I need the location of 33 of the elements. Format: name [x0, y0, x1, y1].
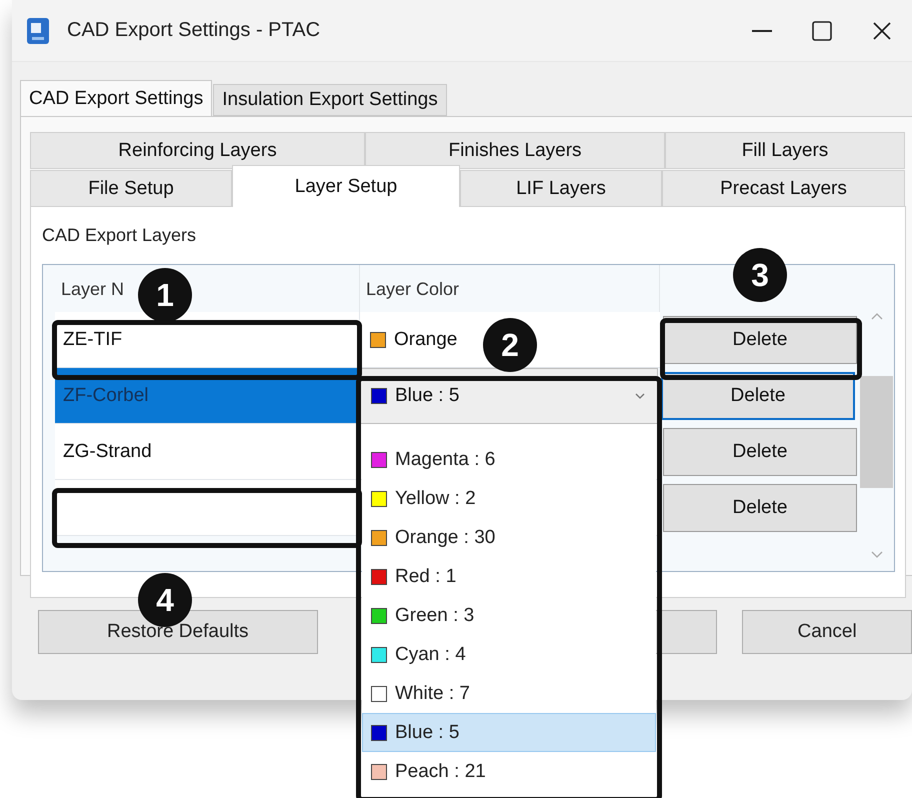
maximize-icon [812, 20, 832, 40]
chevron-down-icon [635, 393, 645, 399]
dropdown-item[interactable]: Orange : 30 [362, 518, 656, 557]
tab[interactable]: Reinforcing Layers [30, 132, 365, 169]
dropdown-item[interactable]: Cyan : 4 [362, 635, 656, 674]
close-icon [872, 20, 892, 40]
tab[interactable]: Finishes Layers [365, 132, 665, 169]
dropdown-item[interactable]: Yellow : 2 [362, 479, 656, 518]
minimize-icon [752, 28, 772, 32]
tab[interactable]: Layer Setup [232, 165, 460, 207]
scrollbar-thumb[interactable] [860, 376, 893, 488]
tab[interactable]: Precast Layers [662, 170, 905, 207]
dropdown-item[interactable]: Magenta : 6 [362, 440, 656, 479]
dropdown-item[interactable]: Blue : 5 [362, 713, 656, 752]
dropdown-item[interactable]: Peach : 21 [362, 752, 656, 791]
tab[interactable]: CAD Export Settings [20, 80, 212, 116]
delete-button[interactable]: Delete [663, 428, 857, 476]
cancel-button[interactable]: Cancel [742, 610, 912, 654]
dropdown-item[interactable]: Green : 3 [362, 596, 656, 635]
tab[interactable]: Insulation Export Settings [213, 84, 447, 116]
scroll-up-icon[interactable] [870, 312, 882, 320]
delete-button[interactable]: Delete [663, 484, 857, 532]
color-combo[interactable]: Blue : 5 [360, 368, 658, 424]
tab[interactable]: Fill Layers [665, 132, 905, 169]
tab[interactable]: File Setup [30, 170, 232, 207]
dropdown-item[interactable]: White : 7 [362, 674, 656, 713]
color-label: Orange [394, 328, 458, 350]
tab[interactable]: LIF Layers [460, 170, 662, 207]
scroll-down-icon[interactable] [870, 551, 882, 559]
window-title: CAD Export Settings - PTAC [67, 19, 322, 42]
section-label: CAD Export Layers [42, 225, 198, 246]
dropdown-item[interactable]: Red : 1 [362, 557, 656, 596]
app-logo-icon [27, 18, 49, 44]
